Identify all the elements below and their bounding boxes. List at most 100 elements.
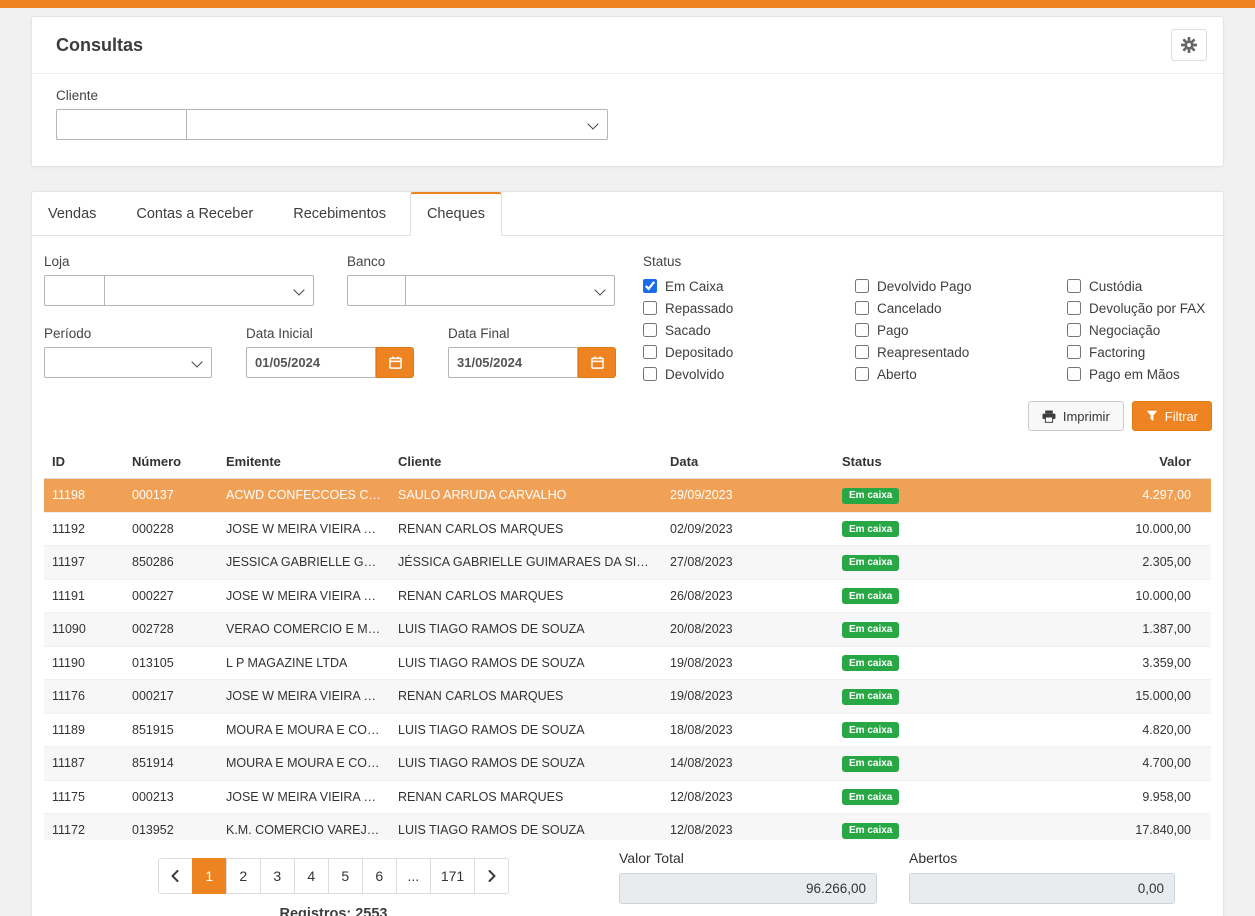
table-row[interactable]: 11090 002728 VERAO COMERCIO E MODAS… LUI… [44, 613, 1211, 647]
tab-recebimentos[interactable]: Recebimentos [277, 192, 402, 236]
tab-contas-a-receber[interactable]: Contas a Receber [120, 192, 269, 236]
data-final-calendar-button[interactable] [578, 347, 616, 378]
checkbox-input[interactable] [855, 367, 869, 381]
table-row[interactable]: 11189 851915 MOURA E MOURA E COM VA… LUI… [44, 713, 1211, 747]
cell-valor: 4.297,00 [1010, 479, 1211, 513]
page-button-2[interactable]: 2 [226, 858, 261, 894]
checkbox-input[interactable] [643, 323, 657, 337]
cell-numero: 000217 [124, 680, 218, 714]
status-checkbox-negociacao[interactable]: Negociação [1067, 319, 1255, 341]
banco-code-input[interactable] [347, 275, 405, 306]
status-checkbox-depositado[interactable]: Depositado [643, 341, 855, 363]
table-row[interactable]: 11198 000137 ACWD CONFECCOES COMER… SAUL… [44, 479, 1211, 513]
status-checkbox-aberto[interactable]: Aberto [855, 363, 1067, 385]
page-button-4[interactable]: 4 [294, 858, 329, 894]
status-checkbox-cancelado[interactable]: Cancelado [855, 297, 1067, 319]
status-checkbox-sacado[interactable]: Sacado [643, 319, 855, 341]
imprimir-button[interactable]: Imprimir [1028, 401, 1124, 431]
checkbox-input[interactable] [1067, 279, 1081, 293]
settings-button[interactable] [1171, 29, 1207, 61]
status-checkbox-devolvido[interactable]: Devolvido [643, 363, 855, 385]
banco-select[interactable] [405, 275, 615, 306]
checkbox-label: Sacado [665, 323, 711, 338]
checkbox-input[interactable] [1067, 345, 1081, 359]
cell-id: 11198 [44, 479, 124, 513]
cell-data: 12/08/2023 [662, 814, 834, 841]
cell-cliente: LUIS TIAGO RAMOS DE SOUZA [390, 713, 662, 747]
calendar-icon [389, 356, 402, 369]
loja-group: Loja [44, 254, 314, 306]
tab-cheques[interactable]: Cheques [410, 192, 502, 236]
table-row[interactable]: 11172 013952 K.M. COMERCIO VAREJISTA … L… [44, 814, 1211, 841]
status-checkbox-devolucao-por-fax[interactable]: Devolução por FAX [1067, 297, 1255, 319]
cliente-code-input[interactable] [56, 109, 186, 140]
status-checkbox-em-caixa[interactable]: Em Caixa [643, 275, 855, 297]
table-row[interactable]: 11192 000228 JOSE W MEIRA VIEIRA JUNIOR … [44, 512, 1211, 546]
status-checkbox-reapresentado[interactable]: Reapresentado [855, 341, 1067, 363]
cell-numero: 000227 [124, 579, 218, 613]
data-inicial-group: Data Inicial [246, 326, 414, 378]
table-row[interactable]: 11176 000217 JOSE W MEIRA VIEIRA JUNIOR … [44, 680, 1211, 714]
cell-cliente: RENAN CARLOS MARQUES [390, 512, 662, 546]
consultas-header: Consultas [32, 17, 1223, 74]
checkbox-input[interactable] [855, 279, 869, 293]
cell-valor: 4.700,00 [1010, 747, 1211, 781]
table-row[interactable]: 11187 851914 MOURA E MOURA E COM VA… LUI… [44, 747, 1211, 781]
checkbox-input[interactable] [1067, 301, 1081, 315]
checkbox-input[interactable] [643, 279, 657, 293]
next-page-button[interactable] [474, 858, 509, 894]
periodo-label: Período [44, 326, 212, 341]
valor-total-value: 96.266,00 [619, 873, 877, 904]
checkbox-input[interactable] [643, 345, 657, 359]
periodo-select[interactable] [44, 347, 212, 378]
data-inicial-calendar-button[interactable] [376, 347, 414, 378]
data-inicial-input[interactable] [246, 347, 376, 378]
checkbox-input[interactable] [643, 301, 657, 315]
page-ellipsis[interactable]: ... [396, 858, 431, 894]
filtrar-button[interactable]: Filtrar [1132, 401, 1212, 431]
checkbox-input[interactable] [1067, 367, 1081, 381]
status-checkbox-custodia[interactable]: Custódia [1067, 275, 1255, 297]
page-button-1[interactable]: 1 [192, 858, 227, 894]
loja-code-input[interactable] [44, 275, 104, 306]
checkbox-input[interactable] [855, 345, 869, 359]
table-row[interactable]: 11191 000227 JOSE W MEIRA VIEIRA JUNIOR … [44, 579, 1211, 613]
table-row[interactable]: 11197 850286 JESSICA GABRIELLE GUIMA… JÉ… [44, 546, 1211, 580]
col-header-valor: Valor [1010, 445, 1211, 479]
page-button-171[interactable]: 171 [430, 858, 475, 894]
status-filter-group: Status Em Caixa Repassado Sacado Deposit… [643, 254, 1255, 385]
cell-emitente: ACWD CONFECCOES COMER… [218, 479, 390, 513]
status-checkbox-devolvido-pago[interactable]: Devolvido Pago [855, 275, 1067, 297]
status-checkbox-pago-em-maos[interactable]: Pago em Mãos [1067, 363, 1255, 385]
filtrar-label: Filtrar [1165, 409, 1198, 424]
cliente-select[interactable] [186, 109, 608, 140]
cell-status: Em caixa [834, 680, 1010, 714]
checkbox-input[interactable] [643, 367, 657, 381]
table-row[interactable]: 11190 013105 L P MAGAZINE LTDA LUIS TIAG… [44, 646, 1211, 680]
cell-data: 27/08/2023 [662, 546, 834, 580]
status-checkbox-pago[interactable]: Pago [855, 319, 1067, 341]
tab-vendas[interactable]: Vendas [32, 192, 112, 236]
loja-select[interactable] [104, 275, 314, 306]
page-button-5[interactable]: 5 [328, 858, 363, 894]
data-final-input[interactable] [448, 347, 578, 378]
prev-page-button[interactable] [158, 858, 193, 894]
cell-id: 11187 [44, 747, 124, 781]
status-checkbox-repassado[interactable]: Repassado [643, 297, 855, 319]
cell-numero: 850286 [124, 546, 218, 580]
status-checkbox-factoring[interactable]: Factoring [1067, 341, 1255, 363]
cell-status: Em caixa [834, 814, 1010, 841]
consultas-body: Cliente [32, 74, 1223, 166]
page-button-3[interactable]: 3 [260, 858, 295, 894]
checkbox-input[interactable] [855, 323, 869, 337]
page-button-6[interactable]: 6 [362, 858, 397, 894]
cell-cliente: RENAN CARLOS MARQUES [390, 680, 662, 714]
status-badge: Em caixa [842, 521, 899, 537]
data-inicial-label: Data Inicial [246, 326, 414, 341]
checkbox-input[interactable] [1067, 323, 1081, 337]
col-header-numero: Número [124, 445, 218, 479]
checkbox-label: Devolvido [665, 367, 724, 382]
checkbox-input[interactable] [855, 301, 869, 315]
table-row[interactable]: 11175 000213 JOSE W MEIRA VIEIRA JUNIOR … [44, 780, 1211, 814]
cell-emitente: L P MAGAZINE LTDA [218, 646, 390, 680]
